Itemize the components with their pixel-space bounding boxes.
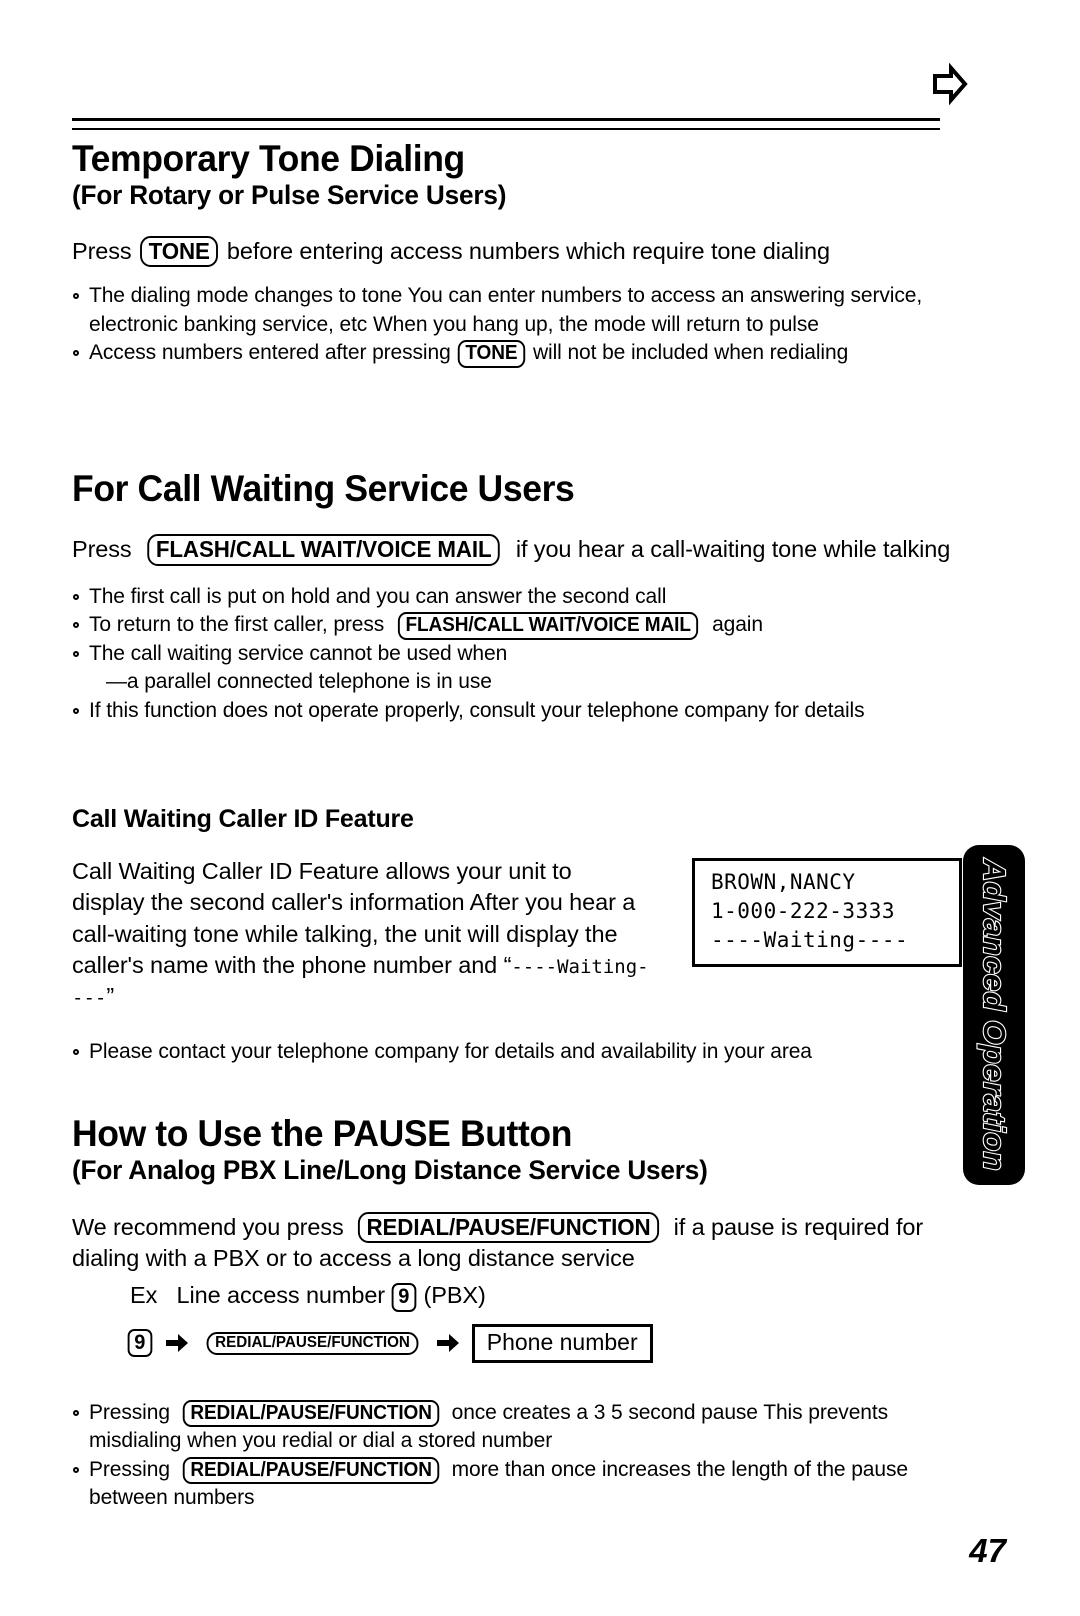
section-lead: Press TONE before entering access number… [72,235,957,268]
page-number: 47 [969,1532,1006,1569]
bullet-list: The first call is put on hold and you ca… [72,583,957,726]
bullet-list: Pressing REDIAL/PAUSE/FUNCTION once crea… [72,1399,957,1513]
key-redial-pause-function[interactable]: REDIAL/PAUSE/FUNCTION [182,1399,440,1427]
example-line: Ex Line access number 9 (PBX) [72,1280,957,1312]
header-rule [72,118,940,130]
lcd-display-illustration: BROWN,NANCY 1-000-222-3333 ----Waiting--… [692,858,962,967]
bullet-list: Please contact your telephone company fo… [72,1038,957,1067]
list-item: The dialing mode changes to tone You can… [72,282,957,339]
bullet-text: The call waiting service cannot be used … [89,641,508,665]
bullet-text-after: will not be included when redialing [532,341,849,365]
key-tone[interactable]: TONE [458,340,526,368]
bullet-text: —a parallel connected telephone is in us… [106,670,492,694]
lcd-line-caller-number: 1-000-222-3333 [711,898,896,923]
list-item: The call waiting service cannot be used … [72,640,957,669]
section-lead: Press FLASH/CALL WAIT/VOICE MAIL if you … [72,534,957,566]
section-title: For Call Waiting Service Users [72,468,575,509]
lead-before: Press [72,237,132,264]
list-item: Pressing REDIAL/PAUSE/FUNCTION once crea… [72,1399,957,1456]
key-redial-pause-function[interactable]: REDIAL/PAUSE/FUNCTION [358,1211,660,1244]
example-text: Line access number [176,1282,386,1309]
list-item: Please contact your telephone company fo… [72,1038,957,1067]
list-item-sub: —a parallel connected telephone is in us… [72,668,957,697]
list-item: If this function does not operate proper… [72,697,957,726]
pause-usage-flow-diagram: 9 REDIAL/PAUSE/FUNCTION Phone number [72,1323,957,1363]
section-paragraph: Call Waiting Caller ID Feature allows yo… [72,856,650,1012]
lcd-line-caller-name: BROWN,NANCY [711,870,856,894]
key-tone[interactable]: TONE [140,235,219,268]
flow-key-9[interactable]: 9 [127,1328,153,1358]
section-title: Temporary Tone Dialing [72,138,465,179]
flow-box-phone-number: Phone number [471,1323,653,1363]
bullet-list: The dialing mode changes to tone You can… [72,282,957,368]
section-for-call-waiting-service-users: For Call Waiting Service Users Press FLA… [72,468,957,726]
bullet-text: Please contact your telephone company fo… [89,1040,812,1064]
key-flash-call-wait-voice-mail[interactable]: FLASH/CALL WAIT/VOICE MAIL [397,612,699,640]
section-subtitle: (For Analog PBX Line/Long Distance Servi… [72,1155,708,1186]
key-flash-call-wait-voice-mail[interactable]: FLASH/CALL WAIT/VOICE MAIL [147,534,501,566]
lead-after: if you hear a call-waiting tone while ta… [515,536,951,563]
list-item: Access numbers entered after pressing TO… [72,339,957,368]
example-suffix: (PBX) [423,1282,486,1309]
bullet-text-before: Pressing [89,1400,170,1424]
list-item: Pressing REDIAL/PAUSE/FUNCTION more than… [72,1456,957,1513]
bullet-text-before: To return to the first caller, press [89,613,385,637]
bullet-text: The dialing mode changes to tone You can… [89,284,923,336]
section-subtitle: (For Rotary or Pulse Service Users) [72,180,507,211]
example-prefix: Ex [130,1282,158,1309]
section-lead: We recommend you press REDIAL/PAUSE/FUNC… [72,1211,957,1275]
section-title: Call Waiting Caller ID Feature [72,805,414,833]
section-temporary-tone-dialing: Temporary Tone Dialing (For Rotary or Pu… [72,138,957,368]
bullet-text: The first call is put on hold and you ca… [89,584,667,608]
list-item: The first call is put on hold and you ca… [72,583,957,612]
bullet-text-after: again [712,613,763,637]
right-arrow-outline-icon [925,60,973,108]
right-arrow-icon [164,1331,190,1355]
lead-before: Press [72,536,132,563]
bullet-text-before: Pressing [89,1457,170,1481]
bullet-text-before: Access numbers entered after pressing [89,341,451,365]
side-tab-advanced-operation: Advanced Operation [963,845,1025,1185]
right-arrow-icon [435,1331,461,1355]
manual-page: Advanced Operation Temporary Tone Dialin… [0,0,1080,1616]
flow-key-redial-pause-function[interactable]: REDIAL/PAUSE/FUNCTION [206,1331,419,1355]
paragraph-part-2: ” [106,983,115,1009]
lcd-line-status: ----Waiting---- [711,927,909,952]
bullet-text: If this function does not operate proper… [89,698,865,722]
key-9[interactable]: 9 [392,1283,417,1312]
lead-after: before entering access numbers which req… [226,237,830,264]
key-redial-pause-function[interactable]: REDIAL/PAUSE/FUNCTION [182,1456,440,1485]
lead-before: We recommend you press [72,1213,344,1240]
list-item: To return to the first caller, press FLA… [72,611,957,640]
side-tab-label: Advanced Operation [976,858,1013,1172]
section-title: How to Use the PAUSE Button [72,1113,573,1154]
section-how-to-use-the-pause-button: How to Use the PAUSE Button (For Analog … [72,1113,957,1513]
